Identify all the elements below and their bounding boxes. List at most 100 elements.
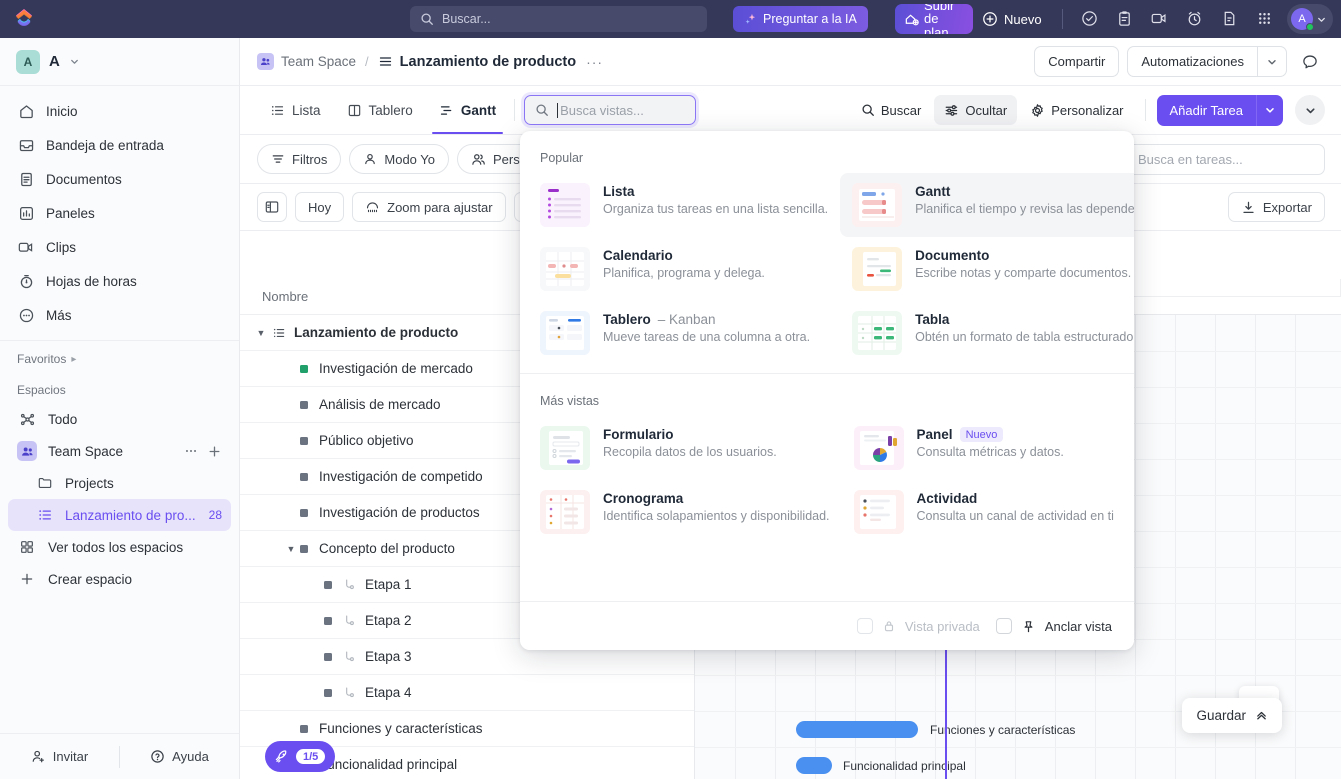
rocket-icon xyxy=(273,748,290,765)
modo-yo-label: Modo Yo xyxy=(384,151,435,167)
global-search-input[interactable]: Buscar... xyxy=(410,6,707,32)
sidebar-item-bandeja-de-entrada[interactable]: Bandeja de entrada xyxy=(8,128,231,162)
chevron-down-icon[interactable] xyxy=(1316,14,1327,25)
view-option-documento[interactable]: Documento Escribe notas y comparte docum… xyxy=(840,237,1134,301)
task-search-input[interactable]: Busca en tareas... xyxy=(1125,143,1325,175)
user-menu[interactable]: A xyxy=(1287,4,1333,34)
inbox-icon xyxy=(17,136,35,154)
table-row[interactable]: Etapa 4 xyxy=(240,675,694,711)
alarm-clock-icon[interactable] xyxy=(1183,7,1205,29)
list-icon xyxy=(378,54,393,69)
view-option-actividad[interactable]: Actividad Consulta un canal de actividad… xyxy=(842,480,1126,544)
filtros-label: Filtros xyxy=(292,151,328,167)
search-icon xyxy=(861,103,875,117)
sidebar-item-crear-espacio[interactable]: Crear espacio xyxy=(8,563,231,595)
ask-ai-button[interactable]: Preguntar a la IA xyxy=(733,6,868,32)
sidebar-item-lanzamiento-de-producto[interactable]: Lanzamiento de pro... 28 xyxy=(8,499,231,531)
favorites-section-header[interactable]: Favoritos ▸ xyxy=(0,341,239,372)
modo-yo-button[interactable]: Modo Yo xyxy=(349,144,449,174)
view-option-desc: Consulta métricas y datos. xyxy=(916,445,1064,459)
view-option-tabla[interactable]: Tabla Obtén un formato de tabla estructu… xyxy=(840,301,1134,365)
pin-view-checkbox[interactable] xyxy=(995,618,1012,634)
tab-tablero[interactable]: Tablero xyxy=(334,86,426,134)
sidebar-item-mas[interactable]: Más xyxy=(8,298,231,332)
tab-gantt[interactable]: Gantt xyxy=(426,86,509,134)
video-camera-icon[interactable] xyxy=(1148,7,1170,29)
view-option-title: Calendario xyxy=(603,248,673,263)
clip-video-icon xyxy=(17,238,35,256)
clipboard-icon[interactable] xyxy=(1113,7,1135,29)
private-view-option[interactable]: Vista privada xyxy=(856,618,980,634)
add-task-dropdown-button[interactable] xyxy=(1257,94,1283,126)
view-option-formulario[interactable]: Formulario Recopila datos de los usuario… xyxy=(528,416,842,480)
private-view-checkbox[interactable] xyxy=(856,618,873,634)
sidebar-item-inicio[interactable]: Inicio xyxy=(8,94,231,128)
new-button[interactable]: Nuevo xyxy=(982,8,1042,30)
help-button[interactable]: Ayuda xyxy=(120,734,239,779)
sidebar-item-projects[interactable]: Projects xyxy=(8,467,231,499)
collapse-arrow-icon[interactable]: ▼ xyxy=(252,328,270,338)
upgrade-plan-button[interactable]: Subir de plan xyxy=(895,4,973,34)
automations-label: Automatizaciones xyxy=(1141,54,1244,69)
automations-dropdown-button[interactable] xyxy=(1258,47,1286,76)
view-option-panel[interactable]: Panel Nuevo Consulta métricas y datos. xyxy=(842,416,1126,480)
sidebar-item-hojas-de-horas[interactable]: Hojas de horas xyxy=(8,264,231,298)
workspace-switcher[interactable]: A A xyxy=(0,38,239,86)
ocultar-button[interactable]: Ocultar xyxy=(934,95,1018,125)
breadcrumb-more-icon[interactable]: ··· xyxy=(586,54,603,70)
sidebar-item-ver-todos-los-espacios[interactable]: Ver todos los espacios xyxy=(8,531,231,563)
collapse-arrow-icon[interactable]: ▼ xyxy=(282,544,300,554)
chat-button[interactable] xyxy=(1295,47,1325,77)
check-circle-icon[interactable] xyxy=(1078,7,1100,29)
view-option-gantt[interactable]: Gantt Planifica el tiempo y revisa las d… xyxy=(840,173,1134,237)
chevron-up-icon[interactable] xyxy=(1255,709,1268,722)
save-view-chip[interactable]: Guardar xyxy=(1182,698,1282,733)
sidebar-item-todo[interactable]: Todo xyxy=(8,403,231,435)
space-add-icon[interactable] xyxy=(207,444,222,459)
status-badge xyxy=(300,364,308,373)
favorites-label: Favoritos xyxy=(17,352,67,366)
sidebar-item-team-space[interactable]: Team Space xyxy=(8,435,231,467)
invite-button[interactable]: Invitar xyxy=(0,734,119,779)
share-button[interactable]: Compartir xyxy=(1034,46,1120,77)
sidebar-item-documentos[interactable]: Documentos xyxy=(8,162,231,196)
automations-button[interactable]: Automatizaciones xyxy=(1128,47,1257,76)
sidebar-item-paneles[interactable]: Paneles xyxy=(8,196,231,230)
view-option-desc: Mueve tareas de una columna a otra. xyxy=(603,330,811,344)
view-option-lista[interactable]: Lista Organiza tus tareas en una lista s… xyxy=(528,173,840,237)
add-task-button[interactable]: Añadir Tarea xyxy=(1156,94,1256,126)
sidebar-footer: Invitar Ayuda xyxy=(0,733,239,779)
zoom-fit-button[interactable]: Zoom para ajustar xyxy=(352,192,506,222)
personalizar-button[interactable]: Personalizar xyxy=(1020,95,1133,125)
onboarding-progress-pill[interactable]: 1/5 xyxy=(265,741,335,772)
breadcrumb-current[interactable]: Lanzamiento de producto xyxy=(378,54,576,70)
side-panel-toggle-button[interactable] xyxy=(257,192,287,222)
app-logo[interactable] xyxy=(0,8,48,30)
buscar-button[interactable]: Buscar xyxy=(851,95,931,125)
view-option-desc: Consulta un canal de actividad en ti xyxy=(916,509,1114,523)
views-overflow-button[interactable] xyxy=(1295,95,1325,125)
view-search-input[interactable]: Busca vistas... xyxy=(524,95,697,125)
breadcrumb-space[interactable]: Team Space xyxy=(257,53,356,70)
chevron-down-icon[interactable] xyxy=(69,56,80,67)
gantt-bar[interactable] xyxy=(796,757,832,774)
apps-grid-icon[interactable] xyxy=(1253,7,1275,29)
avatar[interactable]: A xyxy=(1291,8,1314,31)
sidebar-nav: Inicio Bandeja de entrada Documentos Pan… xyxy=(0,86,239,338)
gantt-bar[interactable] xyxy=(796,721,918,738)
sidebar-item-clips[interactable]: Clips xyxy=(8,230,231,264)
export-label: Exportar xyxy=(1262,199,1312,215)
activity-thumb-icon xyxy=(853,490,904,534)
view-option-tablero[interactable]: Tablero – Kanban Mueve tareas de una col… xyxy=(528,301,840,365)
view-option-calendario[interactable]: Calendario Planifica, programa y delega. xyxy=(528,237,840,301)
view-option-desc: Escribe notas y comparte documentos. xyxy=(915,266,1132,280)
hoy-button[interactable]: Hoy xyxy=(295,192,345,222)
document-icon[interactable] xyxy=(1218,7,1240,29)
space-more-icon[interactable] xyxy=(184,444,198,458)
filtros-button[interactable]: Filtros xyxy=(257,144,342,174)
pin-view-option[interactable]: Anclar vista xyxy=(995,618,1112,634)
tab-lista[interactable]: Lista xyxy=(257,86,334,134)
export-button[interactable]: Exportar xyxy=(1227,192,1325,222)
upgrade-icon xyxy=(904,12,919,27)
view-option-cronograma[interactable]: Cronograma Identifica solapamientos y di… xyxy=(528,480,842,544)
